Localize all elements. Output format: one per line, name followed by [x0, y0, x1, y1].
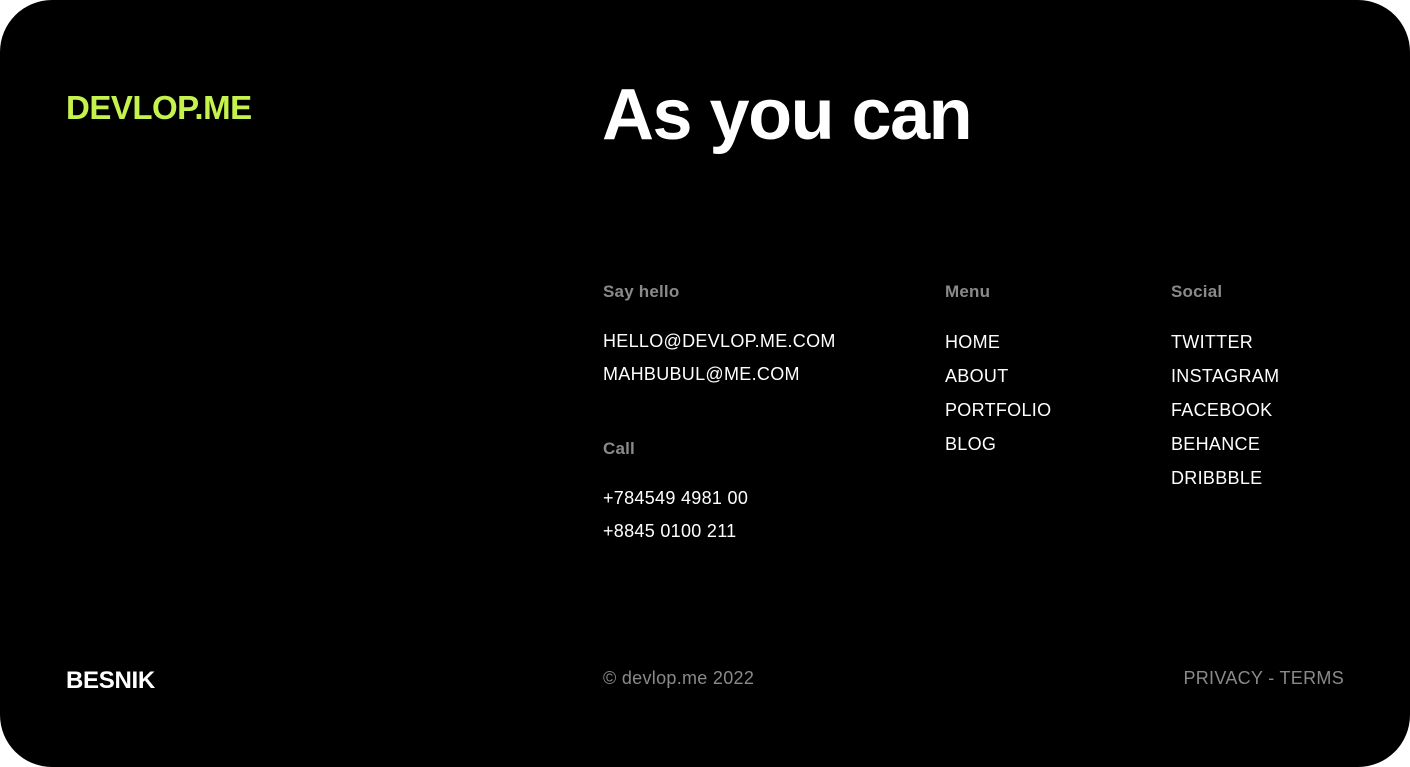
brand-name: BESNIK: [66, 667, 155, 694]
email-link-hello[interactable]: HELLO@DEVLOP.ME.COM: [603, 325, 836, 358]
social-link-behance[interactable]: BEHANCE: [1171, 427, 1260, 461]
footer-card: DEVLOP.ME As you can Say hello HELLO@DEV…: [0, 0, 1410, 767]
social-link-facebook[interactable]: FACEBOOK: [1171, 393, 1272, 427]
terms-link[interactable]: TERMS: [1280, 668, 1345, 688]
menu-item-home[interactable]: HOME: [945, 325, 1000, 359]
menu-item-blog[interactable]: BLOG: [945, 427, 996, 461]
social-list: TWITTER INSTAGRAM FACEBOOK BEHANCE DRIBB…: [1171, 325, 1279, 495]
phone-link-1[interactable]: +784549 4981 00: [603, 482, 748, 515]
copyright-text: © devlop.me 2022: [603, 668, 755, 688]
phone-list: +784549 4981 00 +8845 0100 211: [603, 482, 836, 548]
menu-item-portfolio[interactable]: PORTFOLIO: [945, 393, 1051, 427]
menu-list: HOME ABOUT PORTFOLIO BLOG: [945, 325, 1051, 461]
menu-item-about[interactable]: ABOUT: [945, 359, 1009, 393]
social-link-instagram[interactable]: INSTAGRAM: [1171, 359, 1279, 393]
headline: As you can: [602, 75, 973, 155]
privacy-link[interactable]: PRIVACY: [1183, 668, 1262, 688]
social-column: Social TWITTER INSTAGRAM FACEBOOK BEHANC…: [1171, 281, 1279, 495]
social-link-twitter[interactable]: TWITTER: [1171, 325, 1253, 359]
phone-link-2[interactable]: +8845 0100 211: [603, 515, 737, 548]
menu-title: Menu: [945, 282, 991, 301]
email-link-mahbubul[interactable]: MAHBUBUL@ME.COM: [603, 358, 800, 391]
legal-links: PRIVACY - TERMS: [1183, 666, 1344, 690]
legal-separator: -: [1262, 668, 1280, 688]
call-block: Call +784549 4981 00 +8845 0100 211: [603, 438, 836, 548]
say-hello-title: Say hello: [603, 282, 680, 301]
social-title: Social: [1171, 282, 1223, 301]
call-title: Call: [603, 439, 635, 458]
email-list: HELLO@DEVLOP.ME.COM MAHBUBUL@ME.COM: [603, 325, 836, 391]
social-link-dribbble[interactable]: DRIBBBLE: [1171, 461, 1262, 495]
menu-column: Menu HOME ABOUT PORTFOLIO BLOG: [945, 281, 1051, 461]
logo-link[interactable]: DEVLOP.ME: [66, 88, 252, 128]
contact-column: Say hello HELLO@DEVLOP.ME.COM MAHBUBUL@M…: [603, 281, 836, 548]
